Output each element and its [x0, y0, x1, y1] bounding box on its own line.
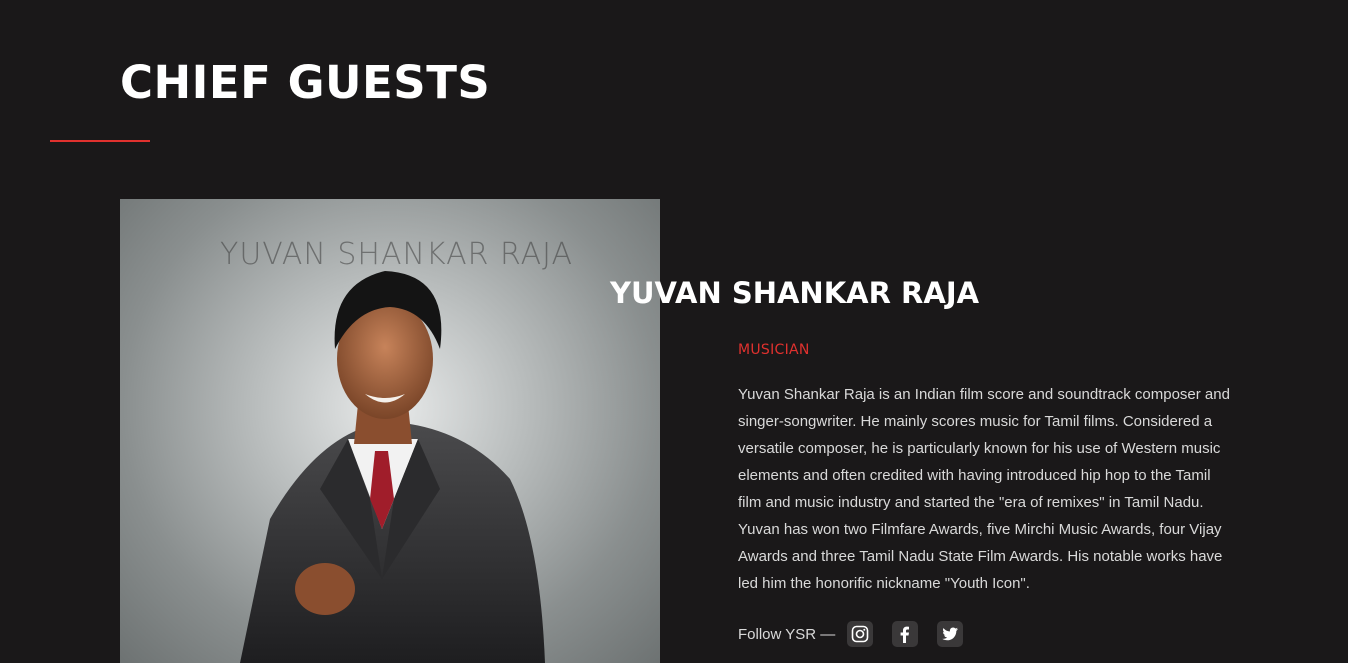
facebook-icon: [900, 626, 910, 643]
guest-name: YUVAN SHANKAR RAJA: [610, 276, 980, 310]
follow-label: Follow YSR —: [738, 625, 836, 643]
guest-role: MUSICIAN: [738, 342, 810, 358]
follow-row: Follow YSR —: [738, 621, 982, 647]
facebook-link[interactable]: [892, 621, 919, 647]
instagram-icon: [851, 625, 869, 643]
guest-bio: Yuvan Shankar Raja is an Indian film sco…: [738, 386, 1230, 592]
guest-portrait-illustration: [240, 271, 545, 663]
guest-photo: YUVAN SHANKAR RAJA: [120, 199, 660, 663]
section-title: CHIEF GUESTS: [120, 56, 491, 109]
title-underline: [50, 140, 150, 142]
twitter-link[interactable]: [937, 621, 964, 647]
chief-guests-section: CHIEF GUESTS YUVAN SHANKAR RAJA YUVAN SH…: [0, 0, 1348, 663]
twitter-icon: [942, 627, 959, 641]
instagram-link[interactable]: [847, 621, 874, 647]
